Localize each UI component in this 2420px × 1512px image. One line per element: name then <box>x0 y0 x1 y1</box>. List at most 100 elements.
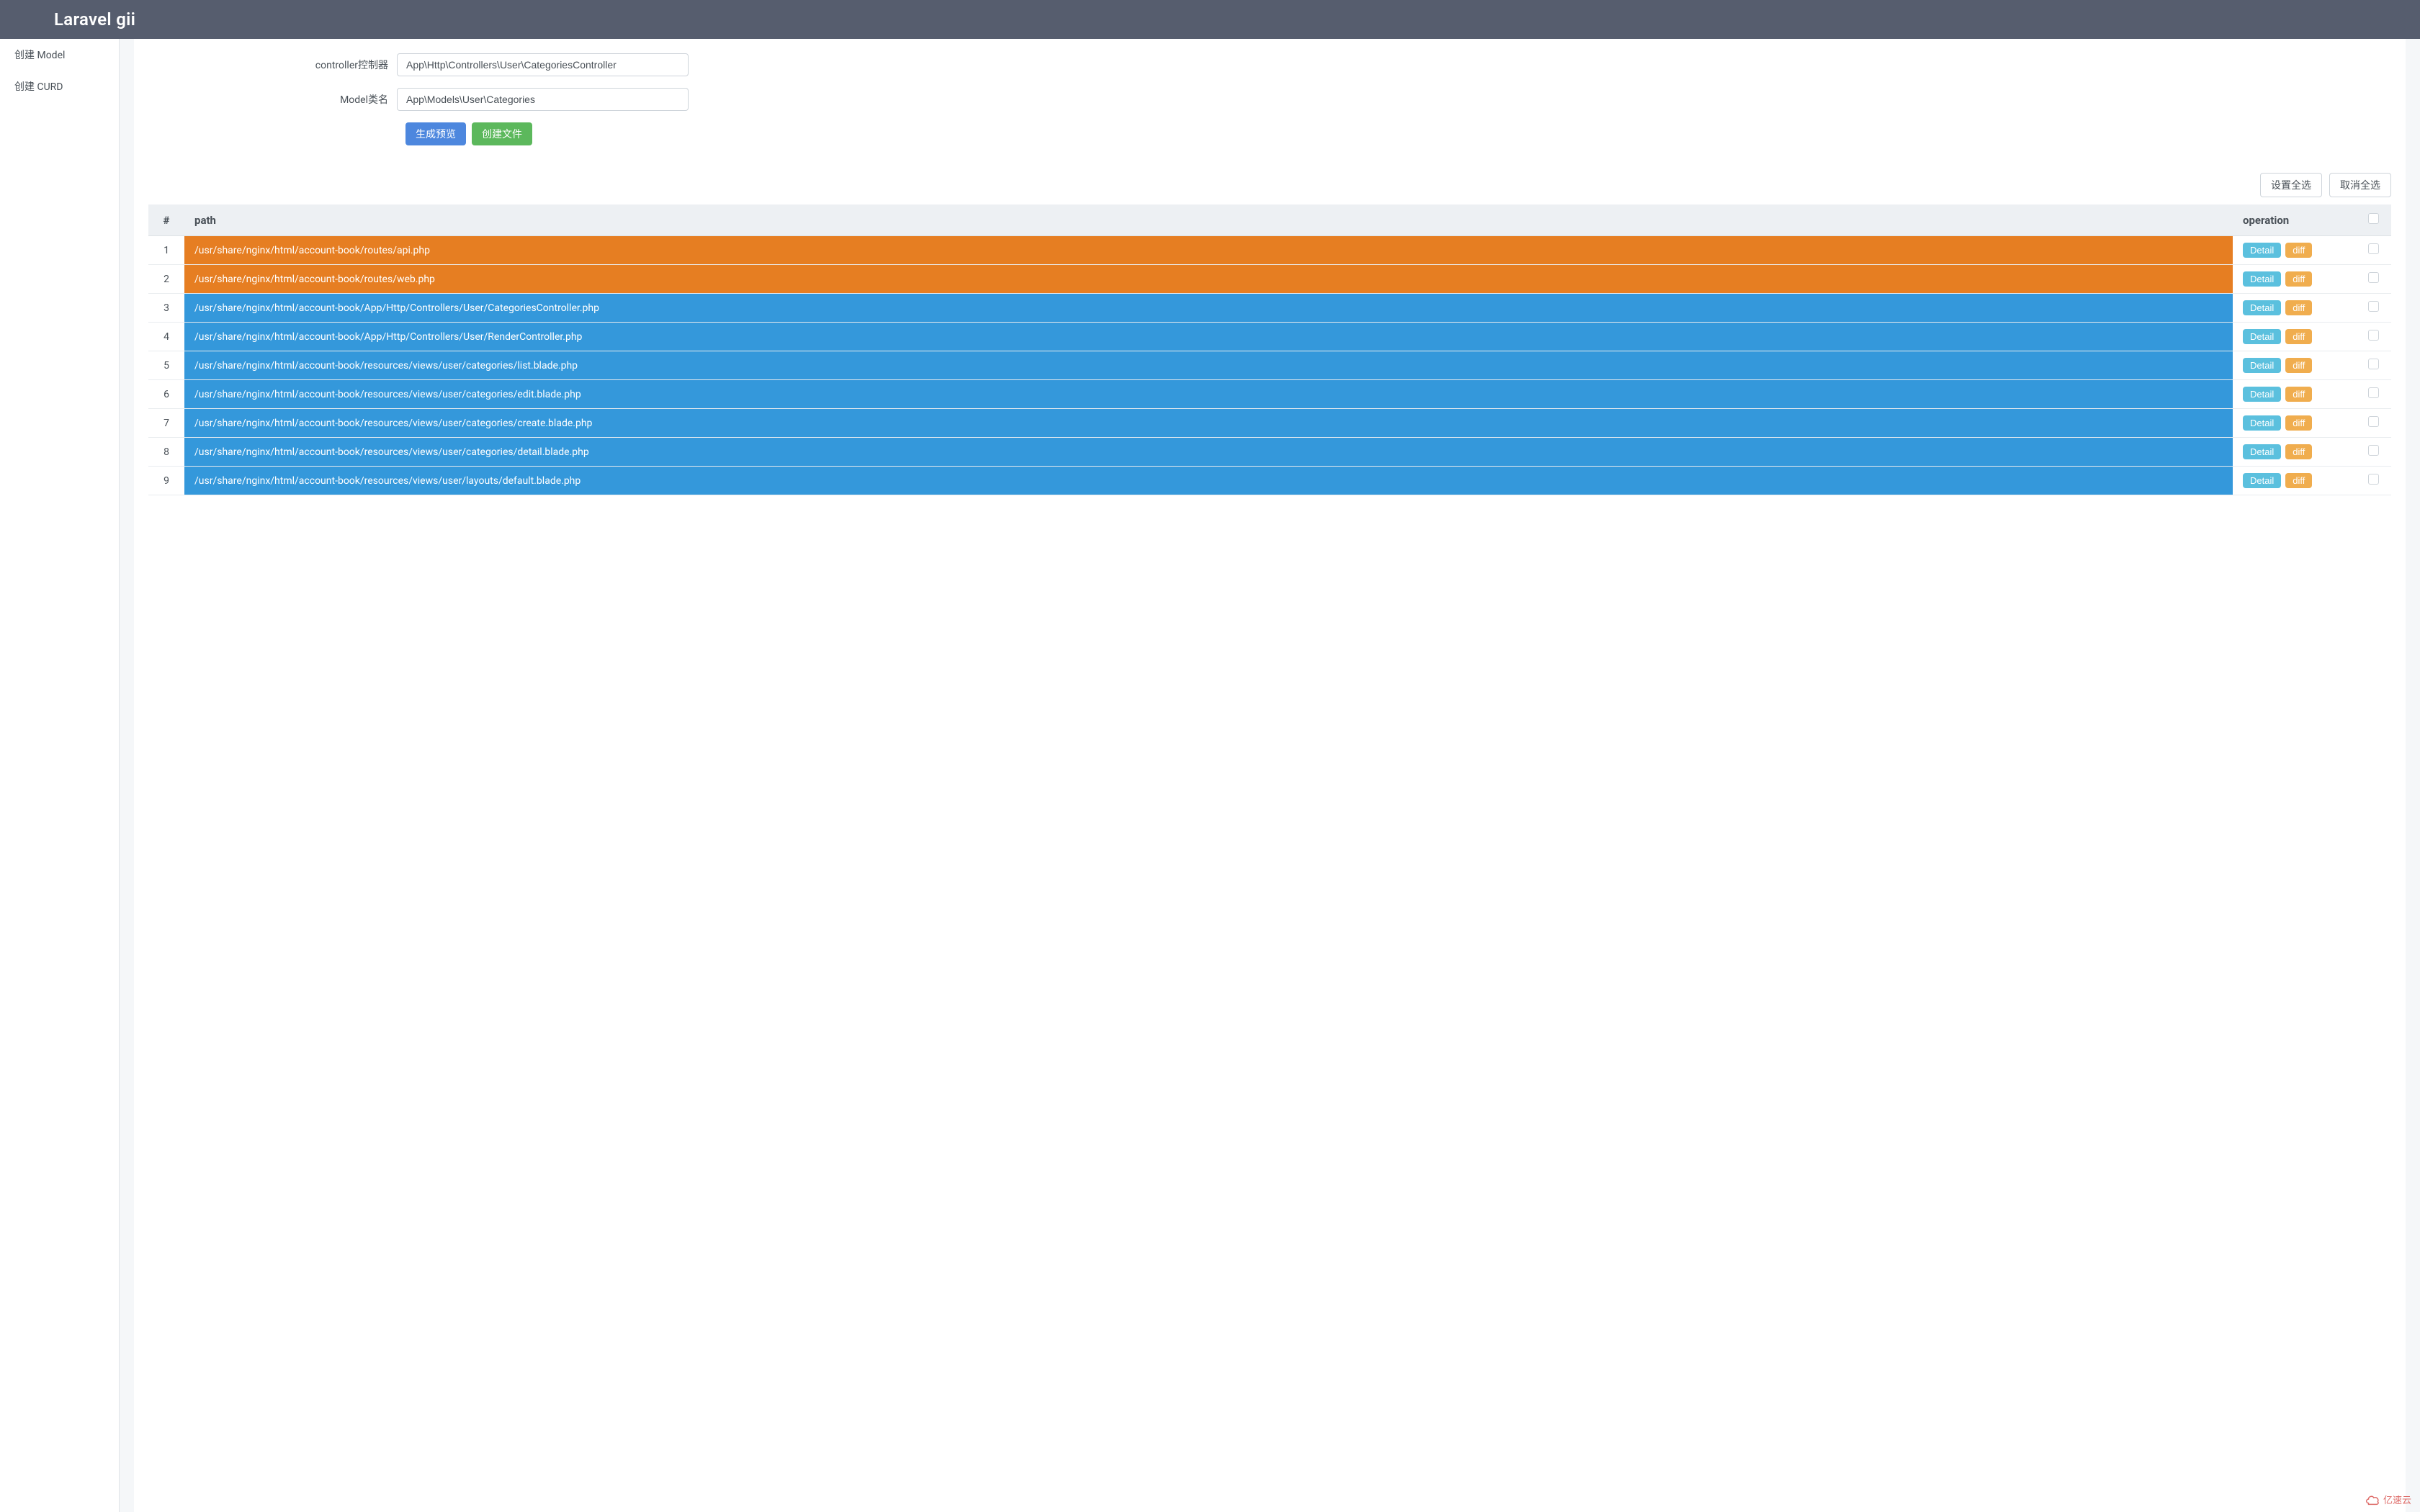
table-row: 2/usr/share/nginx/html/account-book/rout… <box>148 265 2391 294</box>
table-row: 3/usr/share/nginx/html/account-book/App/… <box>148 294 2391 323</box>
app-title: Laravel gii <box>54 9 135 30</box>
row-checkbox[interactable] <box>2368 416 2379 427</box>
cell-path: /usr/share/nginx/html/account-book/resou… <box>184 351 2233 380</box>
cell-index: 4 <box>148 323 184 351</box>
cell-path: /usr/share/nginx/html/account-book/App/H… <box>184 323 2233 351</box>
diff-button[interactable]: diff <box>2285 271 2312 287</box>
main-content: controller控制器 Model类名 生成预览 创建文件 设置全选 取消全… <box>120 39 2420 1512</box>
cell-checkbox <box>2355 323 2391 351</box>
files-table: # path operation 1/usr/share/nginx/html/… <box>148 204 2391 495</box>
cell-operation: Detail diff <box>2233 323 2355 351</box>
table-row: 9/usr/share/nginx/html/account-book/reso… <box>148 467 2391 495</box>
cell-checkbox <box>2355 438 2391 467</box>
table-row: 1/usr/share/nginx/html/account-book/rout… <box>148 236 2391 265</box>
table-header-row: # path operation <box>148 204 2391 236</box>
select-all-button[interactable]: 设置全选 <box>2260 173 2322 197</box>
cell-operation: Detail diff <box>2233 294 2355 323</box>
col-header-checkbox <box>2355 204 2391 236</box>
cell-path: /usr/share/nginx/html/account-book/route… <box>184 265 2233 294</box>
cell-index: 3 <box>148 294 184 323</box>
cell-index: 5 <box>148 351 184 380</box>
model-input[interactable] <box>397 88 689 111</box>
cell-path: /usr/share/nginx/html/account-book/resou… <box>184 467 2233 495</box>
cell-operation: Detaildiff <box>2233 409 2355 438</box>
sidebar-item-create-curd[interactable]: 创建 CURD <box>0 71 119 102</box>
col-header-path: path <box>184 204 2233 236</box>
row-checkbox[interactable] <box>2368 330 2379 341</box>
preview-button[interactable]: 生成预览 <box>405 122 466 145</box>
row-checkbox[interactable] <box>2368 359 2379 369</box>
sidebar-item-create-model[interactable]: 创建 Model <box>0 39 119 71</box>
cell-checkbox <box>2355 236 2391 265</box>
sidebar-item-label: 创建 CURD <box>14 81 63 93</box>
col-header-index: # <box>148 204 184 236</box>
model-label: Model类名 <box>148 92 397 107</box>
detail-button[interactable]: Detail <box>2243 415 2281 431</box>
detail-button[interactable]: Detail <box>2243 387 2281 402</box>
cell-index: 6 <box>148 380 184 409</box>
header-checkbox[interactable] <box>2368 213 2379 224</box>
table-row: 4/usr/share/nginx/html/account-book/App/… <box>148 323 2391 351</box>
detail-button[interactable]: Detail <box>2243 358 2281 373</box>
cell-checkbox <box>2355 351 2391 380</box>
form-buttons: 生成预览 创建文件 <box>148 122 2391 145</box>
cell-checkbox <box>2355 409 2391 438</box>
form-row-model: Model类名 <box>148 88 2391 111</box>
sidebar-item-label: 创建 Model <box>14 50 65 61</box>
diff-button[interactable]: diff <box>2285 473 2312 488</box>
cell-checkbox <box>2355 467 2391 495</box>
cell-operation: Detail diff <box>2233 236 2355 265</box>
cell-path: /usr/share/nginx/html/account-book/resou… <box>184 409 2233 438</box>
table-row: 8/usr/share/nginx/html/account-book/reso… <box>148 438 2391 467</box>
cell-operation: Detail diff <box>2233 351 2355 380</box>
cell-path: /usr/share/nginx/html/account-book/route… <box>184 236 2233 265</box>
col-header-operation: operation <box>2233 204 2355 236</box>
row-checkbox[interactable] <box>2368 243 2379 254</box>
watermark-text: 亿速云 <box>2383 1493 2411 1506</box>
row-checkbox[interactable] <box>2368 445 2379 456</box>
cell-operation: Detail diff <box>2233 380 2355 409</box>
controller-label: controller控制器 <box>148 58 397 72</box>
cell-checkbox <box>2355 380 2391 409</box>
cell-index: 1 <box>148 236 184 265</box>
create-files-button[interactable]: 创建文件 <box>472 122 532 145</box>
cell-index: 8 <box>148 438 184 467</box>
diff-button[interactable]: diff <box>2285 387 2312 402</box>
diff-button[interactable]: diff <box>2285 329 2312 344</box>
watermark: 亿速云 <box>2365 1493 2411 1506</box>
cell-path: /usr/share/nginx/html/account-book/resou… <box>184 380 2233 409</box>
detail-button[interactable]: Detail <box>2243 473 2281 488</box>
detail-button[interactable]: Detail <box>2243 300 2281 315</box>
diff-button[interactable]: diff <box>2285 444 2312 459</box>
form-section: controller控制器 Model类名 生成预览 创建文件 <box>134 53 2406 160</box>
diff-button[interactable]: diff <box>2285 358 2312 373</box>
sidebar: 创建 Model 创建 CURD <box>0 39 120 1512</box>
row-checkbox[interactable] <box>2368 474 2379 485</box>
detail-button[interactable]: Detail <box>2243 271 2281 287</box>
controller-input[interactable] <box>397 53 689 76</box>
cell-operation: Detaildiff <box>2233 265 2355 294</box>
cell-checkbox <box>2355 265 2391 294</box>
table-row: 5/usr/share/nginx/html/account-book/reso… <box>148 351 2391 380</box>
diff-button[interactable]: diff <box>2285 300 2312 315</box>
detail-button[interactable]: Detail <box>2243 329 2281 344</box>
row-checkbox[interactable] <box>2368 272 2379 283</box>
cell-index: 9 <box>148 467 184 495</box>
row-checkbox[interactable] <box>2368 301 2379 312</box>
diff-button[interactable]: diff <box>2285 243 2312 258</box>
table-row: 7/usr/share/nginx/html/account-book/reso… <box>148 409 2391 438</box>
cell-index: 7 <box>148 409 184 438</box>
table-row: 6/usr/share/nginx/html/account-book/reso… <box>148 380 2391 409</box>
cell-path: /usr/share/nginx/html/account-book/resou… <box>184 438 2233 467</box>
cell-checkbox <box>2355 294 2391 323</box>
diff-button[interactable]: diff <box>2285 415 2312 431</box>
form-row-controller: controller控制器 <box>148 53 2391 76</box>
cell-operation: Detail diff <box>2233 438 2355 467</box>
detail-button[interactable]: Detail <box>2243 444 2281 459</box>
content-panel: controller控制器 Model类名 生成预览 创建文件 设置全选 取消全… <box>134 39 2406 1512</box>
row-checkbox[interactable] <box>2368 387 2379 398</box>
cell-index: 2 <box>148 265 184 294</box>
deselect-all-button[interactable]: 取消全选 <box>2329 173 2391 197</box>
header: Laravel gii <box>0 0 2420 39</box>
detail-button[interactable]: Detail <box>2243 243 2281 258</box>
